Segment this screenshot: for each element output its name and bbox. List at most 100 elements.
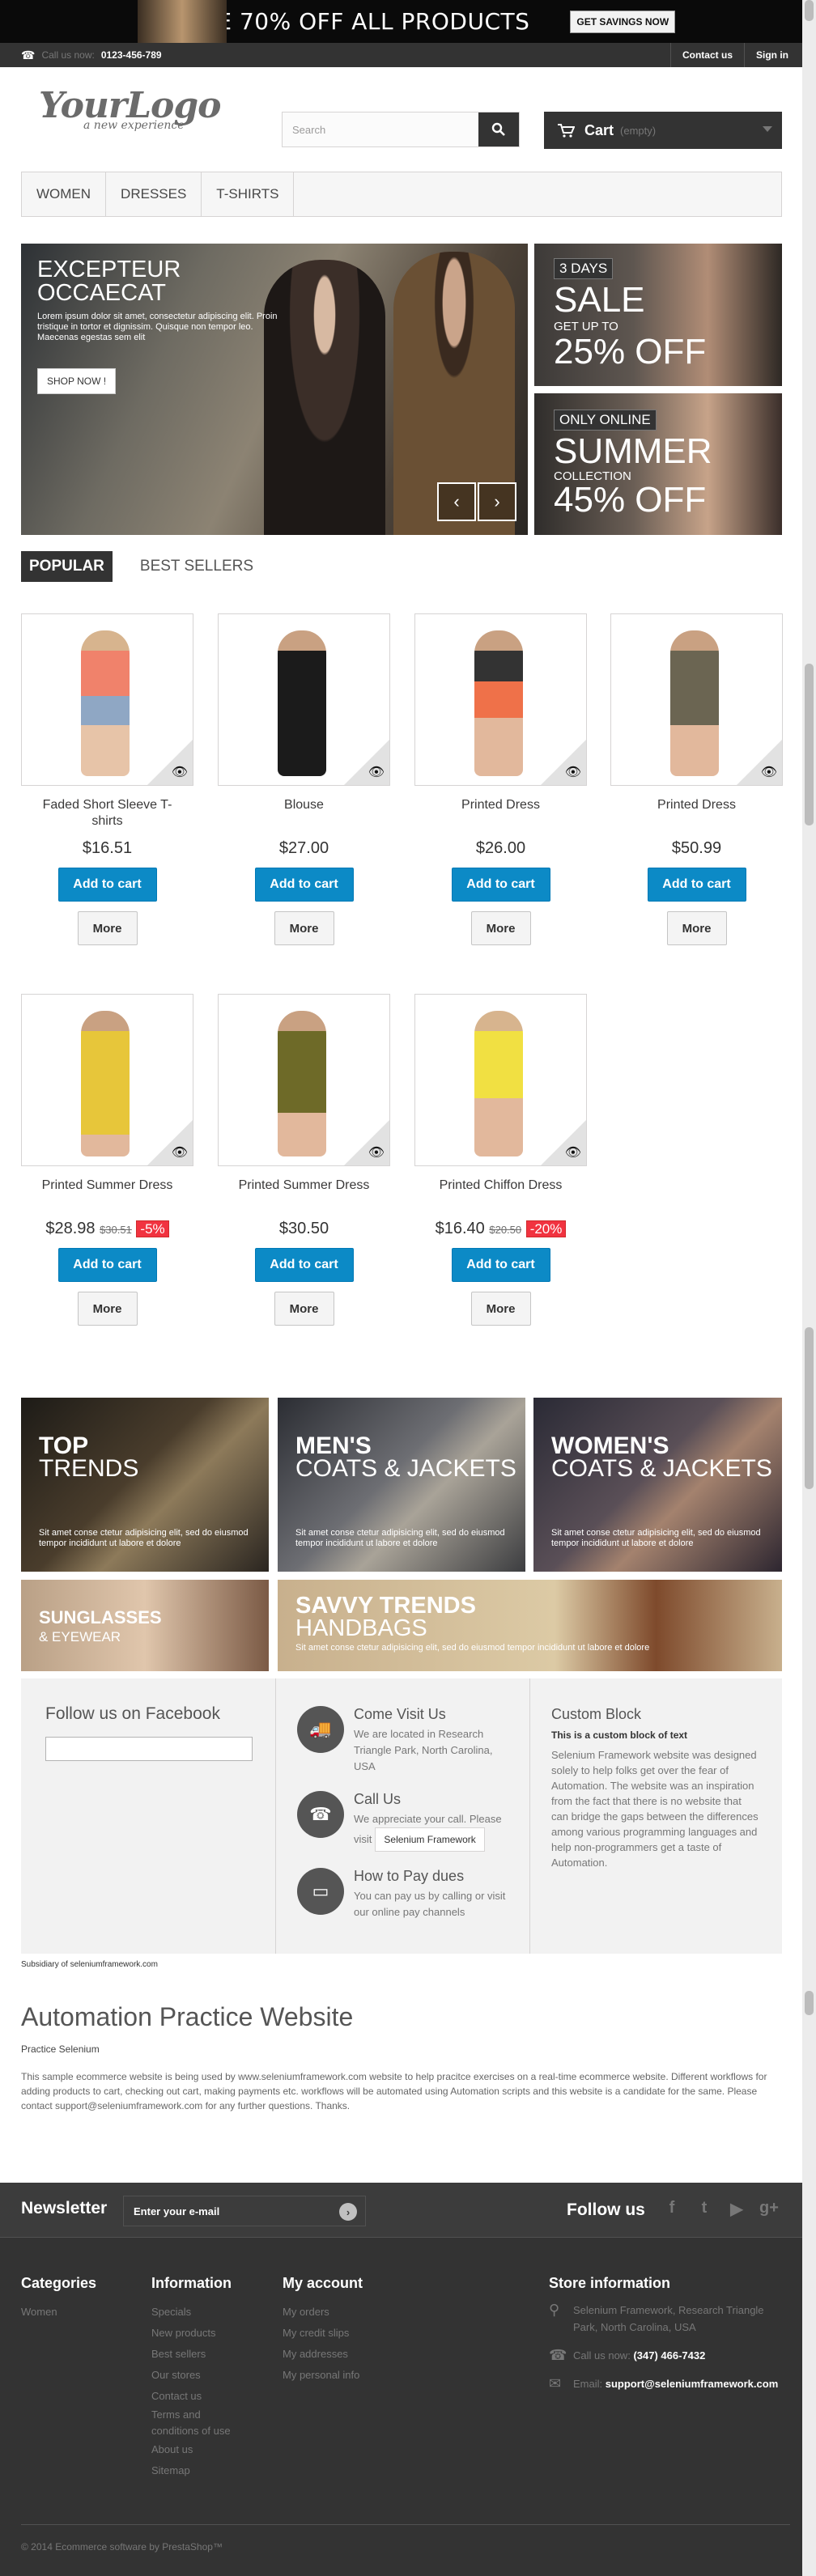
footer-link-specials[interactable]: Specials: [151, 2302, 273, 2323]
footer-link-orders[interactable]: My orders: [283, 2302, 428, 2323]
scrollbar-thumb[interactable]: [805, 0, 814, 21]
add-to-cart-button[interactable]: Add to cart: [57, 868, 157, 902]
product-image[interactable]: 👁: [610, 613, 783, 786]
newsletter-email-input[interactable]: Enter your e-mail ›: [123, 2196, 366, 2226]
eye-icon[interactable]: 👁: [368, 1144, 385, 1161]
footer-link-best-sellers[interactable]: Best sellers: [151, 2344, 273, 2365]
product-price: $26.00: [475, 839, 526, 857]
scrollbar[interactable]: [802, 0, 816, 2576]
more-button[interactable]: More: [470, 911, 531, 945]
product-image[interactable]: 👁: [21, 994, 193, 1166]
add-to-cart-button[interactable]: Add to cart: [254, 1248, 354, 1282]
arrow-right-icon[interactable]: ›: [339, 2203, 357, 2221]
eye-icon[interactable]: 👁: [172, 1144, 188, 1161]
scrollbar-thumb[interactable]: [805, 664, 814, 825]
footer-link-our-stores[interactable]: Our stores: [151, 2365, 273, 2386]
tab-best-sellers[interactable]: BEST SELLERS: [132, 551, 261, 582]
product-name[interactable]: Blouse: [218, 797, 390, 815]
footer-link-addresses[interactable]: My addresses: [283, 2344, 428, 2365]
facebook-icon[interactable]: f: [661, 2199, 683, 2219]
promo-block-top-trends[interactable]: TOP TRENDS Sit amet conse ctetur adipisic…: [21, 1398, 269, 1572]
store-email-link[interactable]: support@seleniumframework.com: [606, 2378, 779, 2390]
get-savings-button[interactable]: GET SAVINGS NOW: [570, 10, 676, 33]
product-name[interactable]: Printed Chiffon Dress: [414, 1178, 587, 1195]
cart-button[interactable]: Cart (empty): [544, 112, 782, 149]
contact-us-link[interactable]: Contact us: [669, 43, 744, 67]
promo-block-mens[interactable]: MEN'S COATS & JACKETS Sit amet conse ctet…: [278, 1398, 525, 1572]
product-photo: [81, 1011, 130, 1156]
product-image[interactable]: 👁: [414, 613, 587, 786]
side-banner-summer[interactable]: ONLY ONLINE SUMMER COLLECTION 45% OFF: [534, 393, 782, 535]
tab-popular[interactable]: POPULAR: [21, 551, 113, 582]
add-to-cart-button[interactable]: Add to cart: [451, 868, 550, 902]
product-name[interactable]: Printed Dress: [414, 797, 587, 815]
more-button[interactable]: More: [77, 911, 138, 945]
newsletter-bar: Newsletter Enter your e-mail › Follow us…: [0, 2183, 816, 2238]
store-email: ✉ Email: support@seleniumframework.com: [549, 2375, 779, 2391]
google-plus-icon[interactable]: g+: [758, 2199, 780, 2219]
add-to-cart-button[interactable]: Add to cart: [254, 868, 354, 902]
scrollbar-thumb[interactable]: [805, 1327, 814, 1489]
add-to-cart-button[interactable]: Add to cart: [57, 1248, 157, 1282]
promo-block-handbags[interactable]: SAVVY TRENDS HANDBAGS Sit amet conse ctet…: [278, 1580, 782, 1671]
footer-link-contact-us[interactable]: Contact us: [151, 2386, 273, 2407]
product-image[interactable]: 👁: [218, 613, 390, 786]
eye-icon[interactable]: 👁: [761, 764, 777, 780]
eye-icon[interactable]: 👁: [565, 764, 581, 780]
selenium-framework-button[interactable]: Selenium Framework: [375, 1827, 485, 1852]
product-image[interactable]: 👁: [414, 994, 587, 1166]
promo-banner[interactable]: SALE 70% OFF ALL PRODUCTS GET SAVINGS NO…: [0, 0, 816, 43]
more-button[interactable]: More: [274, 1292, 334, 1326]
sign-in-link[interactable]: Sign in: [744, 43, 800, 67]
more-button[interactable]: More: [666, 911, 727, 945]
eye-icon[interactable]: 👁: [172, 764, 188, 780]
promo-block-womens[interactable]: WOMEN'S COATS & JACKETS Sit amet conse ct…: [533, 1398, 782, 1572]
pay-dues-title: How to Pay dues: [354, 1868, 465, 1884]
add-to-cart-button[interactable]: Add to cart: [647, 868, 746, 902]
scrollbar-thumb[interactable]: [805, 1991, 814, 2015]
product-price: $50.99: [671, 839, 722, 857]
product-name[interactable]: Printed Summer Dress: [21, 1178, 193, 1195]
cart-icon: [558, 124, 575, 138]
menu-item-women[interactable]: WOMEN: [22, 172, 107, 216]
homepage-slider[interactable]: EXCEPTEUR OCCAECAT Lorem ipsum dolor sit …: [21, 244, 528, 535]
side-banner-sale[interactable]: 3 DAYS SALE GET UP TO 25% OFF: [534, 244, 782, 386]
footer-link-sitemap[interactable]: Sitemap: [151, 2460, 273, 2481]
product-image[interactable]: 👁: [21, 613, 193, 786]
more-button[interactable]: More: [470, 1292, 531, 1326]
slider-text: Lorem ipsum dolor sit amet, consectetur …: [37, 312, 278, 342]
product-name[interactable]: Printed Dress: [610, 797, 783, 815]
add-to-cart-button[interactable]: Add to cart: [451, 1248, 550, 1282]
product-price: $27.00: [278, 839, 329, 857]
youtube-icon[interactable]: ▶: [725, 2199, 748, 2219]
search-input[interactable]: Search: [283, 112, 478, 146]
eye-icon[interactable]: 👁: [565, 1144, 581, 1161]
more-button[interactable]: More: [77, 1292, 138, 1326]
product-price: $16.51: [82, 839, 133, 857]
product-image[interactable]: 👁: [218, 994, 390, 1166]
twitter-icon[interactable]: t: [693, 2199, 716, 2219]
facebook-widget[interactable]: [45, 1737, 253, 1761]
more-button[interactable]: More: [274, 911, 334, 945]
logo[interactable]: YourLogo a new experience: [39, 88, 233, 133]
product-price: $16.40: [435, 1220, 485, 1237]
footer-link-new-products[interactable]: New products: [151, 2323, 273, 2344]
eye-icon[interactable]: 👁: [368, 764, 385, 780]
chevron-right-icon[interactable]: ›: [478, 482, 516, 521]
info-section: Follow us on Facebook 🚚 Come Visit Us We…: [21, 1678, 782, 1954]
footer-link-women[interactable]: Women: [21, 2302, 142, 2323]
chevron-left-icon[interactable]: ‹: [437, 482, 476, 521]
menu-item-tshirts[interactable]: T-SHIRTS: [202, 172, 295, 216]
footer-link-credit-slips[interactable]: My credit slips: [283, 2323, 428, 2344]
discount-badge: -20%: [525, 1220, 567, 1237]
product-name[interactable]: Printed Summer Dress: [218, 1178, 390, 1195]
product-name[interactable]: Faded Short Sleeve T-shirts: [21, 797, 193, 833]
search-button[interactable]: [478, 112, 519, 146]
footer-link-personal-info[interactable]: My personal info: [283, 2365, 428, 2386]
promo-block-title: MEN'S COATS & JACKETS: [295, 1432, 516, 1482]
footer-link-terms[interactable]: Terms and conditions of use: [151, 2407, 249, 2439]
shop-now-button[interactable]: SHOP NOW !: [37, 368, 117, 394]
menu-item-dresses[interactable]: DRESSES: [106, 172, 202, 216]
footer-link-about-us[interactable]: About us: [151, 2439, 273, 2460]
promo-block-sunglasses[interactable]: SUNGLASSES & EYEWEAR: [21, 1580, 269, 1671]
